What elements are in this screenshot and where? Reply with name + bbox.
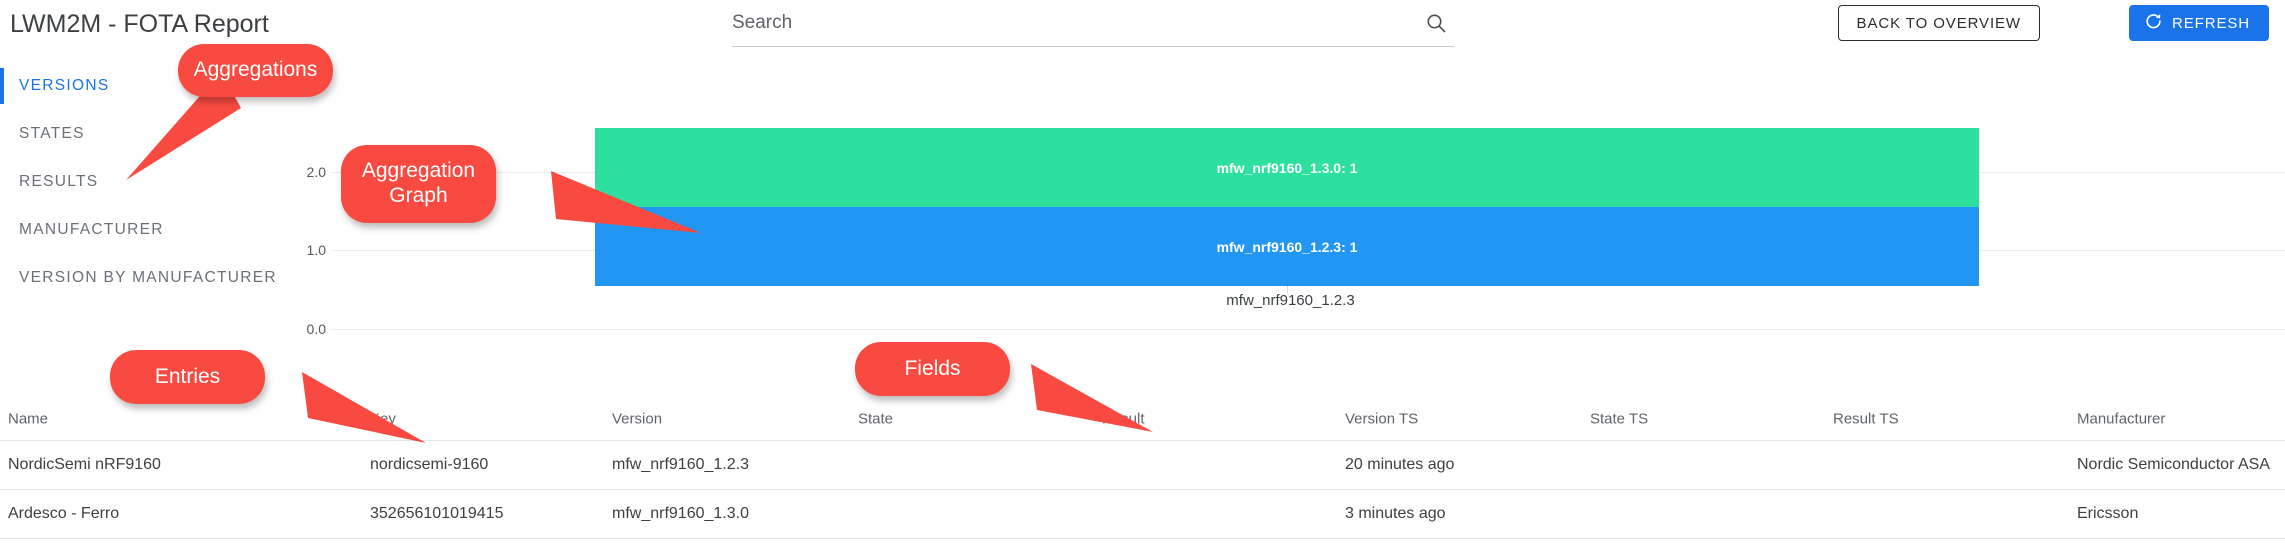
- cell-name: Ardesco - Ferro: [8, 505, 120, 522]
- x-axis-tick-label: mfw_nrf9160_1.2.3: [1226, 292, 1355, 309]
- column-header-name[interactable]: Name: [8, 411, 48, 428]
- annotation-label: Entries: [110, 350, 265, 404]
- table-row[interactable]: Ardesco - Ferro 352656101019415 mfw_nrf9…: [0, 490, 2285, 539]
- search-field[interactable]: [732, 8, 1454, 47]
- cell-version: mfw_nrf9160_1.3.0: [612, 505, 749, 522]
- sidebar-item-label: VERSION BY MANUFACTURER: [19, 269, 277, 286]
- page-title: LWM2M - FOTA Report: [10, 10, 269, 38]
- cell-manufacturer: Nordic Semiconductor ASA: [2077, 456, 2270, 473]
- refresh-icon: [2144, 12, 2163, 35]
- annotation-fields: Fields: [855, 342, 1153, 432]
- sidebar-item-label: VERSIONS: [19, 77, 110, 94]
- app-header: LWM2M - FOTA Report BACK TO OVERVIEW REF…: [0, 0, 2285, 62]
- bar-segment-mfw_nrf9160_1_2_3[interactable]: mfw_nrf9160_1.2.3: 1: [595, 207, 1979, 286]
- cell-version-ts: 3 minutes ago: [1345, 505, 1446, 522]
- sidebar-item-manufacturer[interactable]: MANUFACTURER: [0, 206, 296, 254]
- cell-manufacturer: Ericsson: [2077, 505, 2139, 522]
- back-to-overview-button[interactable]: BACK TO OVERVIEW: [1837, 5, 2040, 41]
- callout-tail: [461, 167, 711, 277]
- annotation-aggregations: Aggregations: [126, 44, 333, 180]
- search-icon[interactable]: [1424, 11, 1448, 35]
- y-axis-tick-label: 2.0: [306, 164, 326, 180]
- annotation-label: Aggregation Graph: [341, 145, 496, 223]
- annotation-label: Aggregations: [178, 44, 333, 97]
- refresh-button-label: REFRESH: [2172, 14, 2250, 32]
- annotation-aggregation-graph: Aggregation Graph: [341, 145, 701, 233]
- bar-data-label: mfw_nrf9160_1.2.3: 1: [1216, 238, 1358, 255]
- y-axis-tick-label: 0.0: [306, 321, 326, 337]
- cell-version-ts: 20 minutes ago: [1345, 456, 1455, 473]
- column-header-state[interactable]: State: [858, 411, 893, 428]
- cell-name: NordicSemi nRF9160: [8, 456, 161, 473]
- sidebar-item-label: MANUFACTURER: [19, 221, 164, 238]
- annotation-entries: Entries: [110, 350, 426, 443]
- grid-line: [331, 329, 2285, 330]
- refresh-button[interactable]: REFRESH: [2129, 5, 2269, 41]
- column-header-result-ts[interactable]: Result TS: [1833, 411, 1899, 428]
- search-input[interactable]: [732, 12, 1392, 34]
- sidebar-item-label: STATES: [19, 125, 85, 142]
- cell-version: mfw_nrf9160_1.2.3: [612, 456, 749, 473]
- sidebar-item-label: RESULTS: [19, 173, 99, 190]
- stacked-bar: mfw_nrf9160_1.3.0: 1 mfw_nrf9160_1.2.3: …: [595, 128, 1979, 286]
- cell-key: 352656101019415: [370, 505, 504, 522]
- bar-data-label: mfw_nrf9160_1.3.0: 1: [1216, 159, 1358, 176]
- annotation-label: Fields: [855, 342, 1010, 396]
- y-axis-tick-label: 1.0: [306, 242, 326, 258]
- column-header-state-ts[interactable]: State TS: [1590, 411, 1648, 428]
- sidebar-item-version-by-manufacturer[interactable]: VERSION BY MANUFACTURER: [0, 254, 296, 302]
- column-header-version-ts[interactable]: Version TS: [1345, 411, 1418, 428]
- column-header-version[interactable]: Version: [612, 411, 662, 428]
- bar-segment-mfw_nrf9160_1_3_0[interactable]: mfw_nrf9160_1.3.0: 1: [595, 128, 1979, 207]
- column-header-manufacturer[interactable]: Manufacturer: [2077, 411, 2165, 428]
